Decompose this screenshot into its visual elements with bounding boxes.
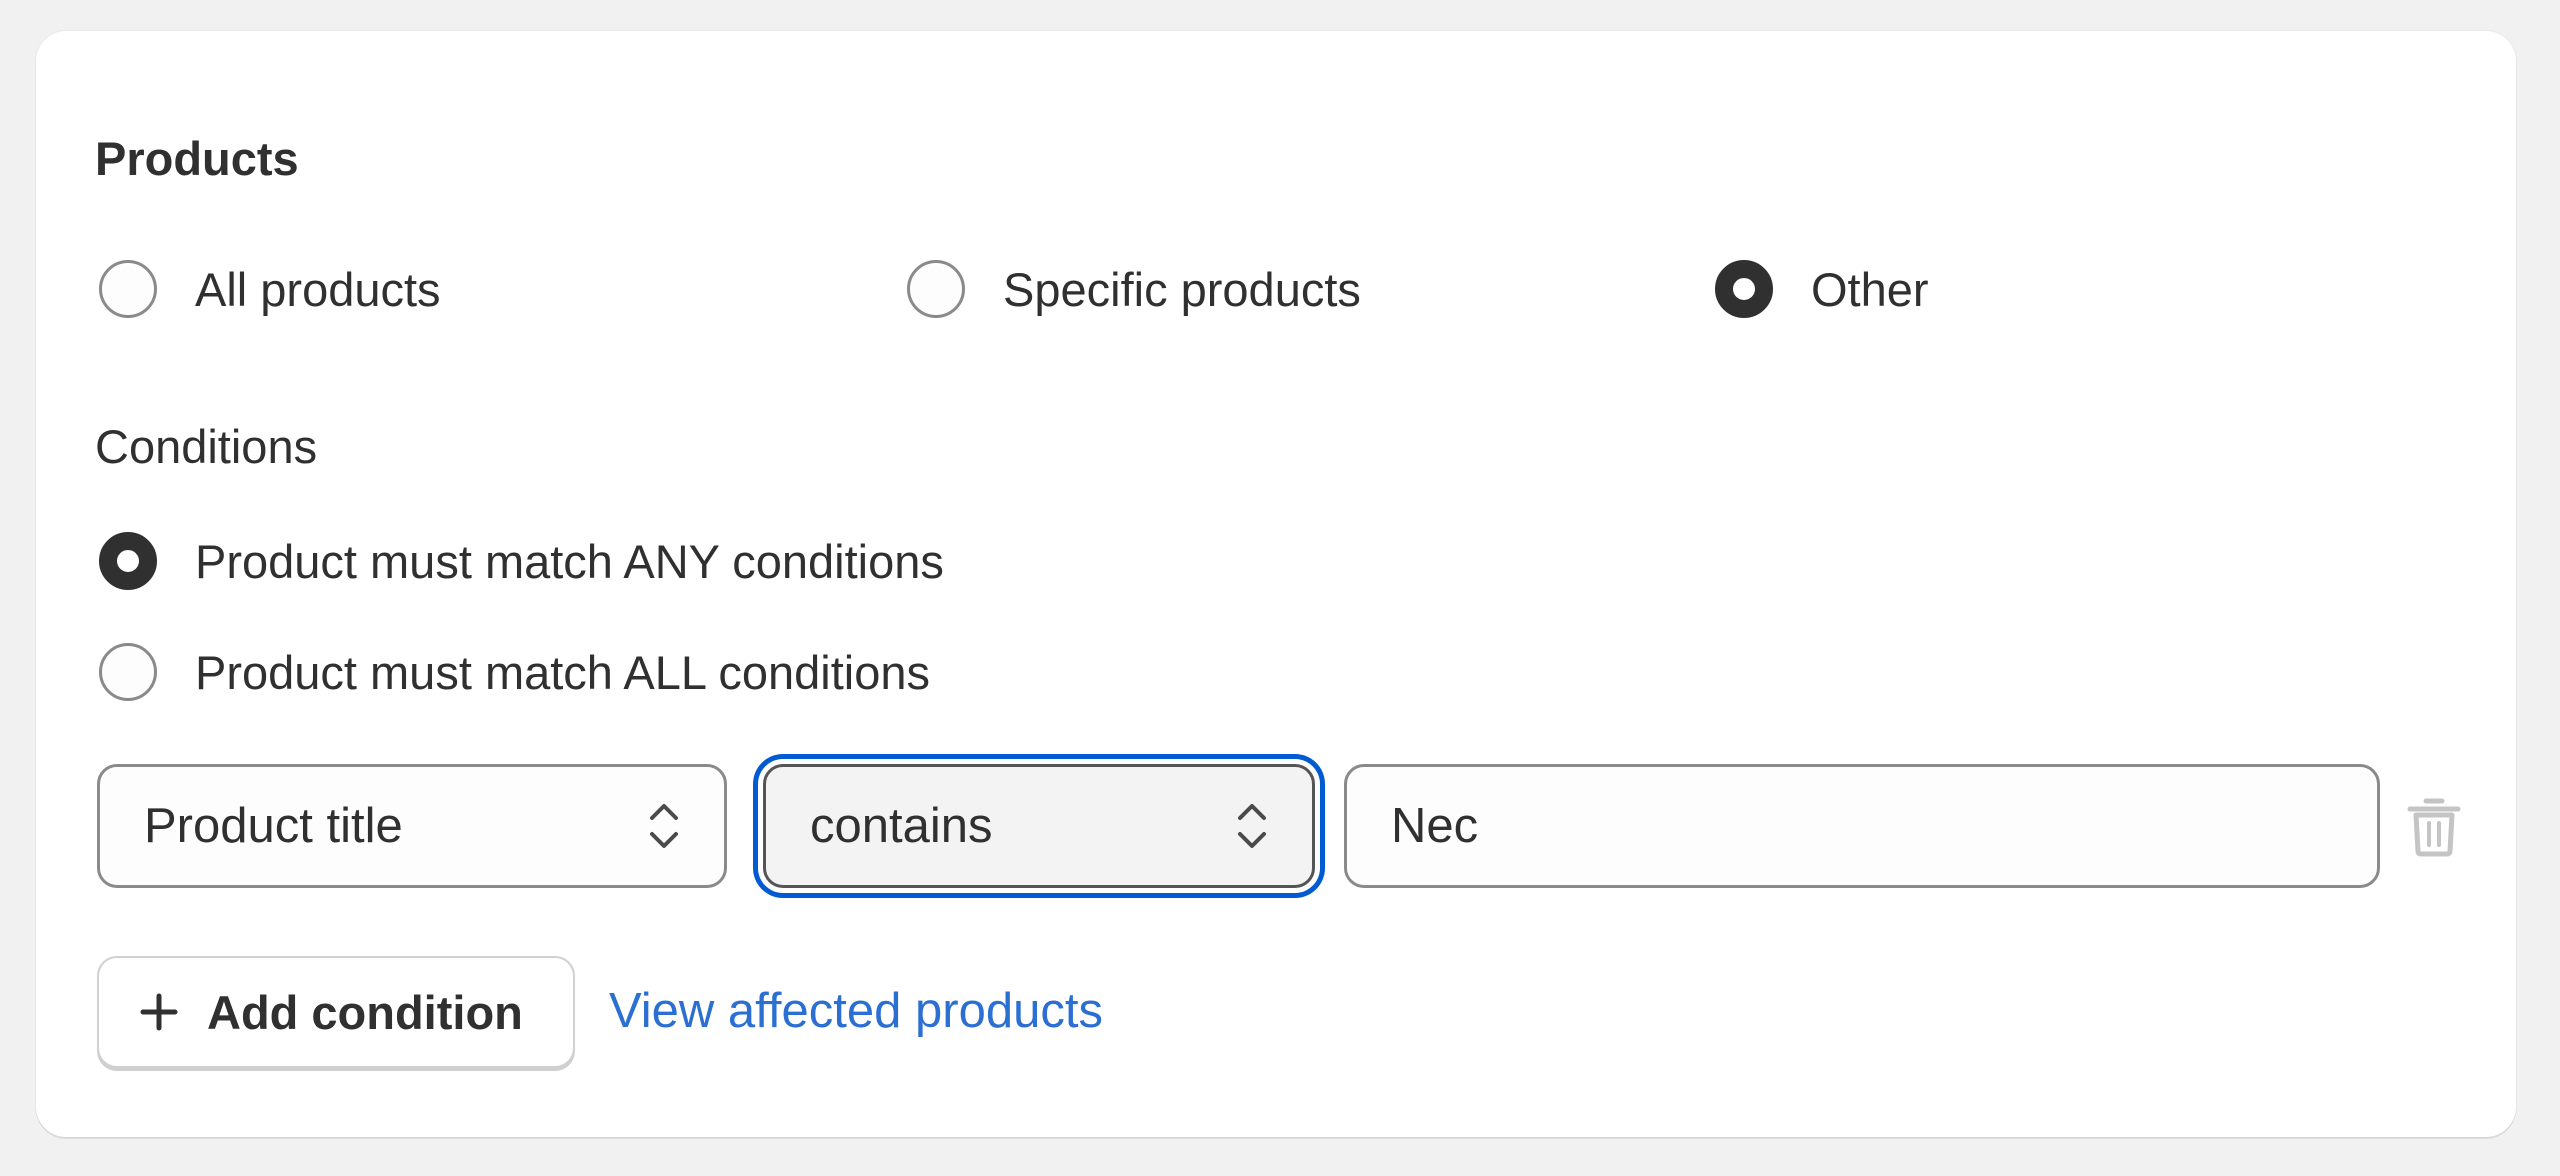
radio-button[interactable] — [99, 643, 157, 701]
radio-all-products[interactable]: All products — [99, 260, 441, 318]
input-value: Nec — [1391, 799, 1479, 853]
chevron-up-down-icon — [650, 804, 678, 848]
radio-label: Product must match ALL conditions — [195, 645, 930, 699]
radio-button[interactable] — [907, 260, 965, 318]
view-affected-products-link[interactable]: View affected products — [609, 983, 1103, 1039]
condition-field-select[interactable]: Product title — [97, 764, 727, 888]
radio-button[interactable] — [99, 260, 157, 318]
select-value: Product title — [144, 799, 403, 853]
section-title: Products — [95, 132, 299, 185]
condition-operator-select[interactable]: contains — [763, 764, 1315, 888]
radio-label: Specific products — [1003, 262, 1361, 316]
radio-specific-products[interactable]: Specific products — [907, 260, 1361, 318]
radio-label: All products — [195, 262, 441, 316]
trash-icon[interactable] — [2406, 795, 2462, 857]
select-value: contains — [810, 799, 993, 853]
radio-match-all[interactable]: Product must match ALL conditions — [99, 643, 930, 701]
radio-match-any[interactable]: Product must match ANY conditions — [99, 532, 944, 590]
products-card: Products All products Specific products … — [36, 31, 2516, 1137]
radio-other[interactable]: Other — [1715, 260, 1929, 318]
radio-button-checked[interactable] — [99, 532, 157, 590]
radio-label: Product must match ANY conditions — [195, 534, 944, 588]
add-condition-label: Add condition — [207, 985, 523, 1039]
add-condition-button[interactable]: Add condition — [97, 956, 575, 1068]
condition-value-input[interactable]: Nec — [1344, 764, 2380, 888]
conditions-heading: Conditions — [95, 420, 318, 473]
plus-icon — [140, 993, 178, 1031]
radio-button-checked[interactable] — [1715, 260, 1773, 318]
radio-label: Other — [1811, 262, 1929, 316]
chevron-up-down-icon — [1238, 804, 1266, 848]
